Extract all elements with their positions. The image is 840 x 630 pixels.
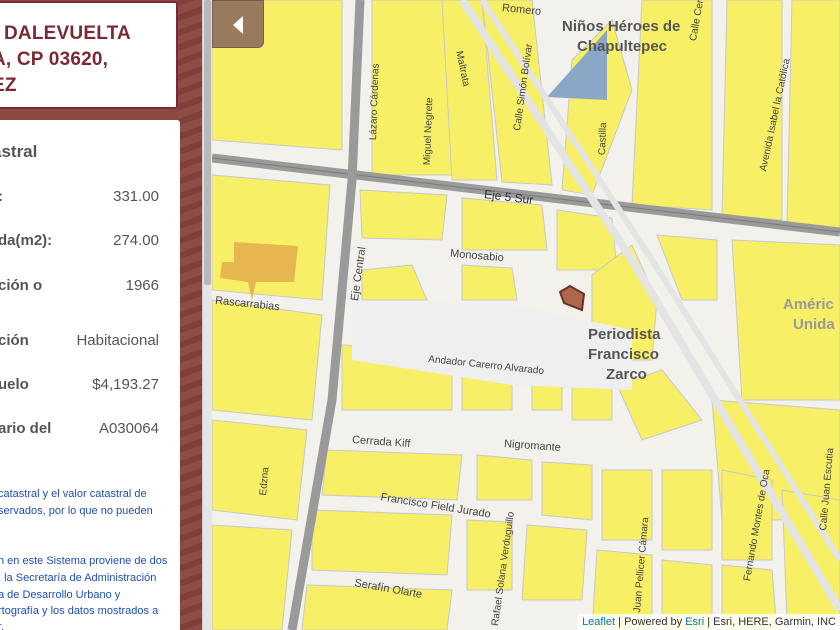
label-unida: Unida: [793, 316, 835, 333]
row-value: 331.00: [113, 188, 159, 205]
disclaimer-text: servados, por lo que no pueden: [0, 505, 153, 517]
row-value: Habitacional: [76, 332, 159, 349]
label-ninos-heroes: Niños Héroes de: [562, 18, 681, 35]
label-america: Améric: [783, 296, 834, 313]
address-line-2: A, CP 03620,: [0, 49, 109, 70]
label-periodista: Periodista: [588, 326, 661, 343]
info-title: astral: [0, 142, 38, 161]
label-castilla: Castilla: [597, 122, 610, 156]
label-francisco: Francisco: [588, 346, 659, 363]
row-label: da(m2):: [0, 232, 53, 249]
row-value: A030064: [98, 420, 159, 437]
row-value: $4,193.27: [92, 376, 159, 393]
attribution-text: | Powered by: [615, 616, 686, 628]
map-view[interactable]: Niños Héroes de Chapultepec Romero Calle…: [212, 0, 840, 630]
source-note-text: rtografía y los datos mostrados a: [0, 605, 159, 617]
collapse-panel-button[interactable]: [212, 0, 264, 48]
panel-background: [178, 0, 202, 630]
row-label: ario del: [0, 420, 52, 437]
row-label: ción: [0, 332, 29, 349]
source-note-text: : la Secretaría de Administración: [0, 572, 157, 584]
address-line-3: EZ: [0, 75, 17, 96]
side-panel: DALEVUELTA A, CP 03620, EZ astral : 331.…: [0, 0, 202, 630]
row-value: 274.00: [113, 232, 159, 249]
row-label: uelo: [0, 376, 29, 393]
highlighted-parcel: [558, 284, 586, 312]
label-miguel-negrete: Miguel Negrete: [422, 97, 436, 166]
attribution-sources: | Esri, HERE, Garmin, INC: [704, 616, 836, 628]
scrollbar-thumb[interactable]: [204, 0, 211, 285]
disclaimer-text: catastral y el valor catastral de: [0, 488, 147, 500]
address-card: DALEVUELTA A, CP 03620, EZ: [0, 1, 178, 109]
row-label: :: [0, 188, 3, 205]
row-value: 1966: [125, 277, 159, 294]
label-chapultepec: Chapultepec: [577, 38, 668, 55]
address-line-1: DALEVUELTA: [4, 23, 131, 44]
map-attribution: Leaflet | Powered by Esri | Esri, HERE, …: [577, 614, 840, 630]
source-note-text: r.: [0, 621, 5, 630]
leaflet-link[interactable]: Leaflet: [582, 616, 615, 628]
source-note-text: n en este Sistema proviene de dos: [0, 555, 168, 567]
panel-scrollbar[interactable]: [202, 0, 212, 630]
esri-link[interactable]: Esri: [685, 616, 704, 628]
label-zarco: Zarco: [606, 366, 647, 383]
row-label: ción o: [0, 277, 43, 294]
source-note-text: a de Desarrollo Urbano y: [0, 589, 121, 601]
